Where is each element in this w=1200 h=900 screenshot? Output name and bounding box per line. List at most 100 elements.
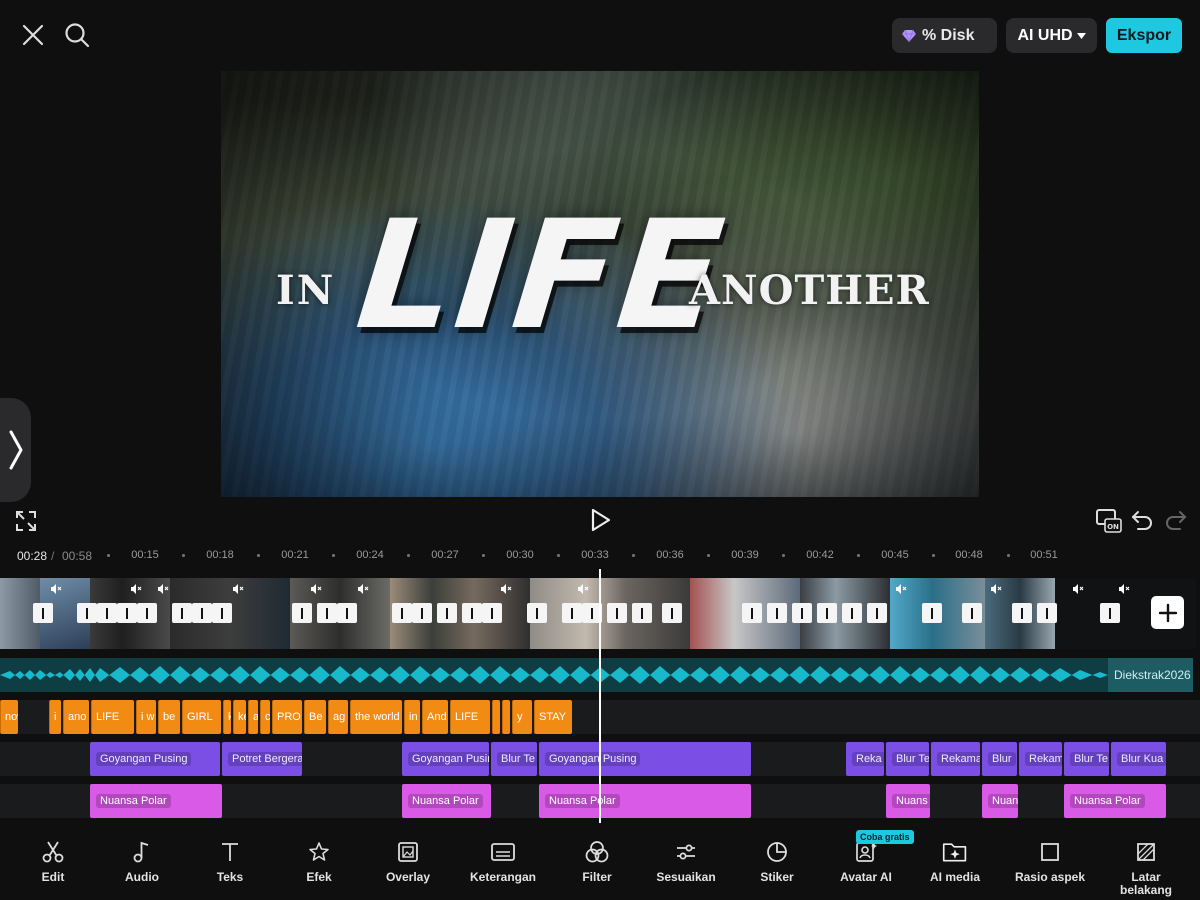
clip-transition-marker[interactable] xyxy=(1037,603,1057,623)
video-preview[interactable]: IN LIFE ANOTHER xyxy=(221,71,979,497)
clip-transition-marker[interactable] xyxy=(792,603,812,623)
mute-icon[interactable] xyxy=(895,583,907,595)
clip-transition-marker[interactable] xyxy=(632,603,652,623)
text-clip[interactable]: in xyxy=(404,700,420,734)
export-button[interactable]: Ekspor xyxy=(1106,18,1182,53)
clip-transition-marker[interactable] xyxy=(922,603,942,623)
quality-dropdown[interactable]: AI UHD xyxy=(1006,18,1097,53)
text-clip[interactable]: PRO xyxy=(272,700,302,734)
filter-clip[interactable]: Nuan xyxy=(982,784,1018,818)
mute-icon[interactable] xyxy=(50,583,62,595)
text-clip[interactable]: ag xyxy=(328,700,348,734)
clip-transition-marker[interactable] xyxy=(607,603,627,623)
mute-icon[interactable] xyxy=(1072,583,1084,595)
text-clip[interactable]: ke xyxy=(233,700,246,734)
effect-clip[interactable]: Goyangan Pusing xyxy=(90,742,220,776)
text-clip[interactable]: LIFE xyxy=(91,700,134,734)
text-clip[interactable]: now xyxy=(0,700,18,734)
tool-edit[interactable]: Edit xyxy=(8,839,98,884)
preview-on-toggle[interactable]: ON xyxy=(1095,508,1123,534)
effect-clip[interactable]: Rekam xyxy=(1019,742,1062,776)
tool-ai-media[interactable]: AI media xyxy=(910,839,1000,884)
clip-transition-marker[interactable] xyxy=(117,603,137,623)
tool-avatar-ai[interactable]: Avatar AI xyxy=(821,839,911,884)
mute-icon[interactable] xyxy=(310,583,322,595)
text-clip[interactable]: GIRL xyxy=(182,700,221,734)
mute-icon[interactable] xyxy=(1118,583,1130,595)
mute-icon[interactable] xyxy=(130,583,142,595)
tool-overlay[interactable]: Overlay xyxy=(363,839,453,884)
clip-transition-marker[interactable] xyxy=(292,603,312,623)
tool-background[interactable]: Latar belakang xyxy=(1101,839,1191,897)
redo-button[interactable] xyxy=(1164,508,1188,532)
clip-transition-marker[interactable] xyxy=(1012,603,1032,623)
playhead[interactable] xyxy=(599,569,601,823)
clip-transition-marker[interactable] xyxy=(527,603,547,623)
text-clip[interactable]: i xyxy=(49,700,61,734)
effect-clip[interactable]: Reka xyxy=(846,742,884,776)
close-button[interactable] xyxy=(15,17,51,53)
text-clip[interactable]: y xyxy=(512,700,532,734)
text-clip[interactable]: And xyxy=(422,700,448,734)
text-clip[interactable]: c xyxy=(260,700,270,734)
clip-transition-marker[interactable] xyxy=(192,603,212,623)
tool-aspect-ratio[interactable]: Rasio aspek xyxy=(1005,839,1095,884)
effect-clip[interactable]: Blur xyxy=(982,742,1017,776)
clip-transition-marker[interactable] xyxy=(437,603,457,623)
clip-transition-marker[interactable] xyxy=(742,603,762,623)
effect-clip[interactable]: Potret Bergerak xyxy=(222,742,302,776)
mute-icon[interactable] xyxy=(232,583,244,595)
tool-effects[interactable]: Efek xyxy=(274,839,364,884)
text-clip[interactable]: a xyxy=(248,700,258,734)
side-panel-toggle[interactable] xyxy=(0,398,31,502)
filter-clip[interactable]: Nuans xyxy=(886,784,930,818)
discount-button[interactable]: % Disk xyxy=(892,18,997,53)
effect-clip[interactable]: Blur Te xyxy=(1064,742,1109,776)
text-clip[interactable] xyxy=(502,700,510,734)
text-clip[interactable]: Be xyxy=(304,700,326,734)
clip-transition-marker[interactable] xyxy=(962,603,982,623)
text-clip[interactable]: STAY xyxy=(534,700,572,734)
mute-icon[interactable] xyxy=(500,583,512,595)
effect-clip[interactable]: Goyangan Pusing xyxy=(539,742,751,776)
clip-transition-marker[interactable] xyxy=(392,603,412,623)
clip-transition-marker[interactable] xyxy=(767,603,787,623)
clip-transition-marker[interactable] xyxy=(137,603,157,623)
clip-transition-marker[interactable] xyxy=(482,603,502,623)
filter-clip[interactable]: Nuansa Polar xyxy=(402,784,491,818)
clip-transition-marker[interactable] xyxy=(662,603,682,623)
clip-transition-marker[interactable] xyxy=(33,603,53,623)
filter-clip[interactable]: Nuansa Polar xyxy=(90,784,222,818)
effect-clip[interactable]: Blur Kua xyxy=(1111,742,1166,776)
mute-icon[interactable] xyxy=(357,583,369,595)
effect-clip[interactable]: Blur Te xyxy=(491,742,537,776)
clip-transition-marker[interactable] xyxy=(562,603,582,623)
filter-clip[interactable]: Nuansa Polar xyxy=(1064,784,1166,818)
effect-clip[interactable]: Goyangan Pusing xyxy=(402,742,489,776)
tool-captions[interactable]: Keterangan xyxy=(458,839,548,884)
tool-filter[interactable]: Filter xyxy=(552,839,642,884)
time-ruler[interactable]: 00:28 / 00:58 00:15 00:18 00:21 00:24 00… xyxy=(0,543,1200,568)
filter-clip[interactable]: Nuansa Polar xyxy=(539,784,751,818)
clip-transition-marker[interactable] xyxy=(212,603,232,623)
clip-transition-marker[interactable] xyxy=(842,603,862,623)
undo-button[interactable] xyxy=(1130,508,1154,532)
tool-adjust[interactable]: Sesuaikan xyxy=(641,839,731,884)
clip-transition-marker[interactable] xyxy=(317,603,337,623)
effect-clip[interactable]: Rekama xyxy=(931,742,980,776)
text-clip[interactable]: i w xyxy=(136,700,156,734)
mute-icon[interactable] xyxy=(577,583,589,595)
add-clip-button[interactable] xyxy=(1151,596,1184,629)
tool-sticker[interactable]: Stiker xyxy=(732,839,822,884)
text-clip[interactable] xyxy=(492,700,500,734)
clip-transition-marker[interactable] xyxy=(97,603,117,623)
audio-track[interactable]: Diekstrak2026 xyxy=(0,658,1193,692)
fullscreen-button[interactable] xyxy=(14,509,38,533)
clip-transition-marker[interactable] xyxy=(867,603,887,623)
video-track[interactable] xyxy=(0,578,1196,649)
text-clip[interactable]: k xyxy=(223,700,231,734)
clip-transition-marker[interactable] xyxy=(172,603,192,623)
tool-audio[interactable]: Audio xyxy=(97,839,187,884)
clip-transition-marker[interactable] xyxy=(462,603,482,623)
text-clip[interactable]: ano xyxy=(63,700,89,734)
